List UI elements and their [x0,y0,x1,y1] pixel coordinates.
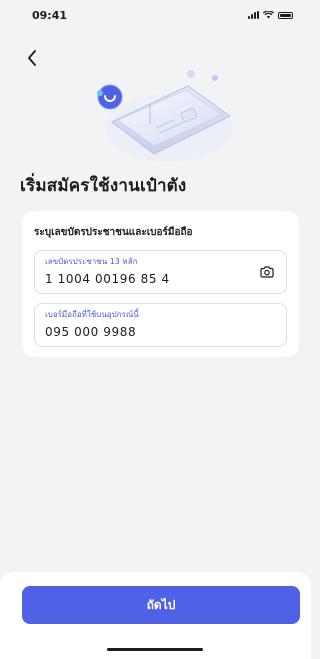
wifi-icon [263,11,274,19]
id-card-field-label: เลขบัตรประชาชน 13 หลัก [45,257,138,266]
id-card-field-value[interactable]: 1 1004 00196 85 4 [45,272,276,286]
form-card: ระบุเลขบัตรประชาชนและเบอร์มือถือ เลขบัตร… [22,211,299,357]
status-icons [248,11,293,19]
camera-button[interactable] [258,263,276,281]
id-card-illustration [97,70,233,162]
phone-field[interactable]: เบอร์มือถือที่ใช้บนอุปกรณ์นี้ 095 000 99… [34,303,287,347]
phone-field-label: เบอร์มือถือที่ใช้บนอุปกรณ์นี้ [45,310,139,319]
next-button[interactable]: ถัดไป [22,586,300,624]
signal-icon [248,11,259,19]
page-title: เริ่มสมัครใช้งานเป๋าตัง [20,176,187,196]
bottom-panel: ถัดไป [0,572,311,659]
id-card-field[interactable]: เลขบัตรประชาชน 13 หลัก 1 1004 00196 85 4 [34,250,287,294]
camera-icon [260,266,274,278]
chevron-left-icon [28,50,36,66]
form-heading: ระบุเลขบัตรประชาชนและเบอร์มือถือ [34,227,193,238]
status-bar: 09:41 [0,0,311,30]
phone-field-value[interactable]: 095 000 9988 [45,325,276,339]
battery-icon [278,11,293,19]
home-indicator [107,648,203,651]
back-button[interactable] [20,44,44,72]
status-time: 09:41 [32,8,68,22]
